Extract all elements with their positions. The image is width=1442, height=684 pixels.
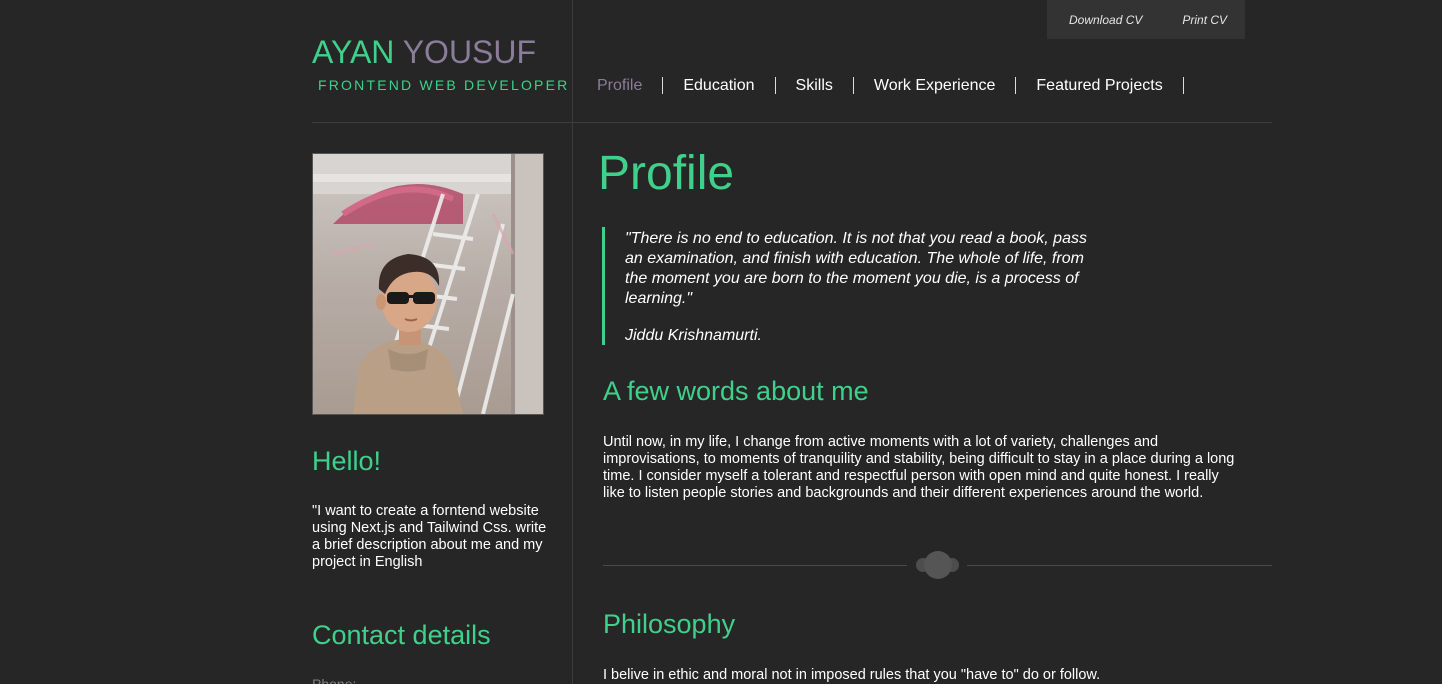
quote-author: Jiddu Krishnamurti. <box>625 327 762 344</box>
hello-text: "I want to create a forntend website usi… <box>312 503 547 570</box>
download-cv-button[interactable]: Download CV <box>1069 13 1142 27</box>
role-subtitle: FRONTEND WEB DEVELOPER <box>318 77 570 93</box>
nav-item-skills[interactable]: Skills <box>776 77 854 94</box>
divider-line-right <box>967 565 1272 566</box>
main-nav: Profile Education Skills Work Experience… <box>584 75 1184 96</box>
contact-details-heading: Contact details <box>312 620 491 650</box>
phone-label: Phone: <box>312 676 357 684</box>
name-last: YOUSUF <box>402 34 537 70</box>
philosophy-text: I belive in ethic and moral not in impos… <box>603 667 1101 683</box>
section-divider-ornament <box>603 551 1272 579</box>
page: Download CV Print CV AYAN YOUSUF FRONTEN… <box>0 0 1442 684</box>
site-name: AYAN YOUSUF <box>312 34 536 70</box>
philosophy-heading: Philosophy <box>603 609 736 639</box>
print-cv-button[interactable]: Print CV <box>1182 13 1227 27</box>
profile-photo <box>312 153 544 415</box>
profile-quote: "There is no end to education. It is not… <box>602 227 1095 345</box>
vertical-divider <box>572 0 573 684</box>
about-heading: A few words about me <box>603 376 869 406</box>
page-title: Profile <box>598 147 735 200</box>
quote-text: "There is no end to education. It is not… <box>625 230 1087 307</box>
divider-line-left <box>603 565 907 566</box>
nav-item-education[interactable]: Education <box>663 77 776 94</box>
cv-actions-bar: Download CV Print CV <box>1047 0 1245 39</box>
divider-dot-center <box>924 551 952 579</box>
header-divider <box>312 122 1272 123</box>
about-text: Until now, in my life, I change from act… <box>603 434 1235 501</box>
nav-item-profile[interactable]: Profile <box>584 77 664 94</box>
name-first: AYAN <box>312 34 395 70</box>
nav-item-work-experience[interactable]: Work Experience <box>854 77 1017 94</box>
hello-heading: Hello! <box>312 446 382 476</box>
nav-item-featured-projects[interactable]: Featured Projects <box>1016 77 1184 94</box>
